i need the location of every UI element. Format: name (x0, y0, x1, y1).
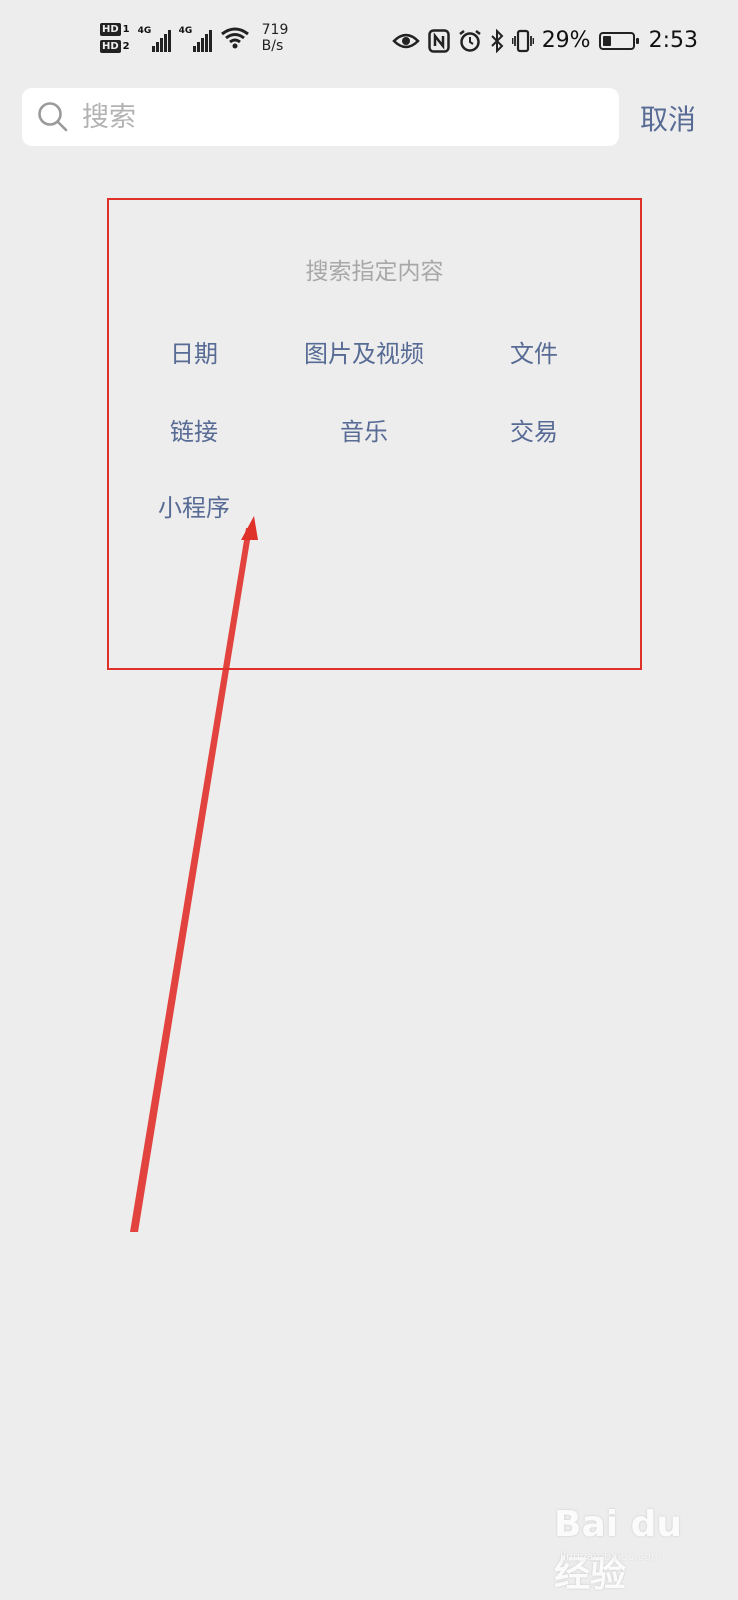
status-bar: HD 1 HD 2 4G 4G 719 B/s 29% 2:53 (0, 0, 738, 86)
network-type-1: 4G (137, 26, 152, 36)
search-bar[interactable] (22, 88, 619, 146)
clock: 2:53 (648, 28, 698, 53)
category-links[interactable]: 链接 (109, 412, 279, 447)
sim1-number: 1 (122, 24, 130, 35)
wifi-icon (220, 27, 249, 49)
cancel-button[interactable]: 取消 (640, 98, 696, 138)
eye-icon (391, 33, 420, 48)
signal-2-icon: 4G (179, 24, 212, 52)
sim2-hd-badge: HD (100, 40, 121, 53)
sim2-indicator: HD 2 (100, 40, 130, 53)
sim1-hd-badge: HD (100, 23, 121, 36)
alarm-icon (458, 29, 481, 52)
sim2-number: 2 (122, 41, 130, 52)
status-right: 29% 2:53 (391, 28, 698, 53)
category-music[interactable]: 音乐 (279, 412, 449, 447)
network-speed-value: 719 (261, 22, 289, 38)
search-category-panel: 搜索指定内容 日期 图片及视频 文件 链接 音乐 交易 小程序 (107, 198, 642, 670)
category-transactions[interactable]: 交易 (449, 412, 619, 447)
vibrate-icon (511, 29, 534, 52)
status-left: HD 1 HD 2 4G 4G 719 B/s (100, 22, 288, 54)
battery-level (602, 35, 611, 46)
network-type-2: 4G (178, 26, 193, 36)
nfc-icon (427, 28, 450, 53)
sim1-indicator: HD 1 (100, 23, 130, 36)
panel-title: 搜索指定内容 (305, 259, 444, 285)
sim-indicators: HD 1 HD 2 (100, 23, 130, 53)
category-files[interactable]: 文件 (449, 334, 619, 369)
battery-percent: 29% (541, 28, 591, 53)
category-images-videos[interactable]: 图片及视频 (279, 334, 449, 369)
category-date[interactable]: 日期 (109, 334, 279, 369)
bluetooth-icon (490, 28, 504, 53)
baidu-watermark: Bai du 经验 jingyan.baidu.com (554, 1504, 724, 1595)
network-speed: 719 B/s (262, 22, 289, 54)
signal-1-icon: 4G (138, 24, 171, 52)
category-mini-programs[interactable]: 小程序 (109, 488, 279, 523)
network-speed-unit: B/s (261, 38, 284, 54)
battery-icon (598, 31, 639, 50)
search-icon (38, 102, 68, 132)
search-input[interactable] (80, 100, 584, 134)
watermark-url: jingyan.baidu.com (560, 1550, 662, 1563)
